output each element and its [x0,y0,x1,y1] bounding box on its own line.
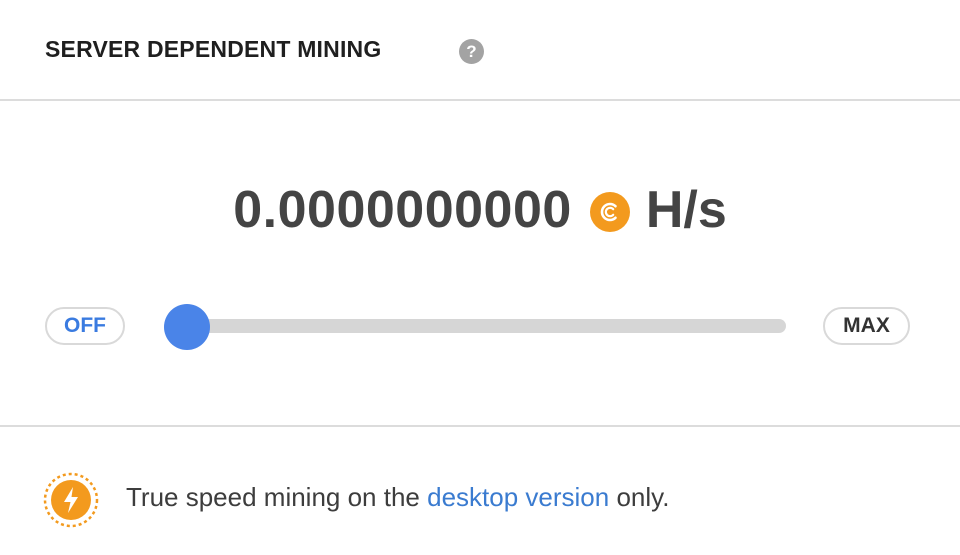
section-title: SERVER DEPENDENT MINING [45,36,382,62]
hashrate-value: 0.0000000000 [233,181,572,239]
footer-note: True speed mining on the desktop version… [126,482,669,513]
off-button[interactable]: OFF [45,307,125,345]
card-footer: True speed mining on the desktop version… [0,425,960,555]
server-mining-card: SERVER DEPENDENT MINING ? 0.0000000000 H… [0,0,960,555]
card-header: SERVER DEPENDENT MINING ? [0,0,960,101]
lightning-bolt-icon [42,471,100,529]
help-icon[interactable]: ? [459,39,484,64]
mining-speed-slider[interactable] [180,319,786,333]
hashrate-unit: H/s [645,181,727,239]
coin-icon [589,192,630,232]
desktop-version-link[interactable]: desktop version [427,482,609,512]
slider-thumb[interactable] [164,304,210,350]
footer-text-before: True speed mining on the [126,482,428,512]
footer-text-after: only. [609,482,670,512]
max-button[interactable]: MAX [823,307,910,345]
hashrate-display: 0.0000000000 H/s [0,178,960,242]
